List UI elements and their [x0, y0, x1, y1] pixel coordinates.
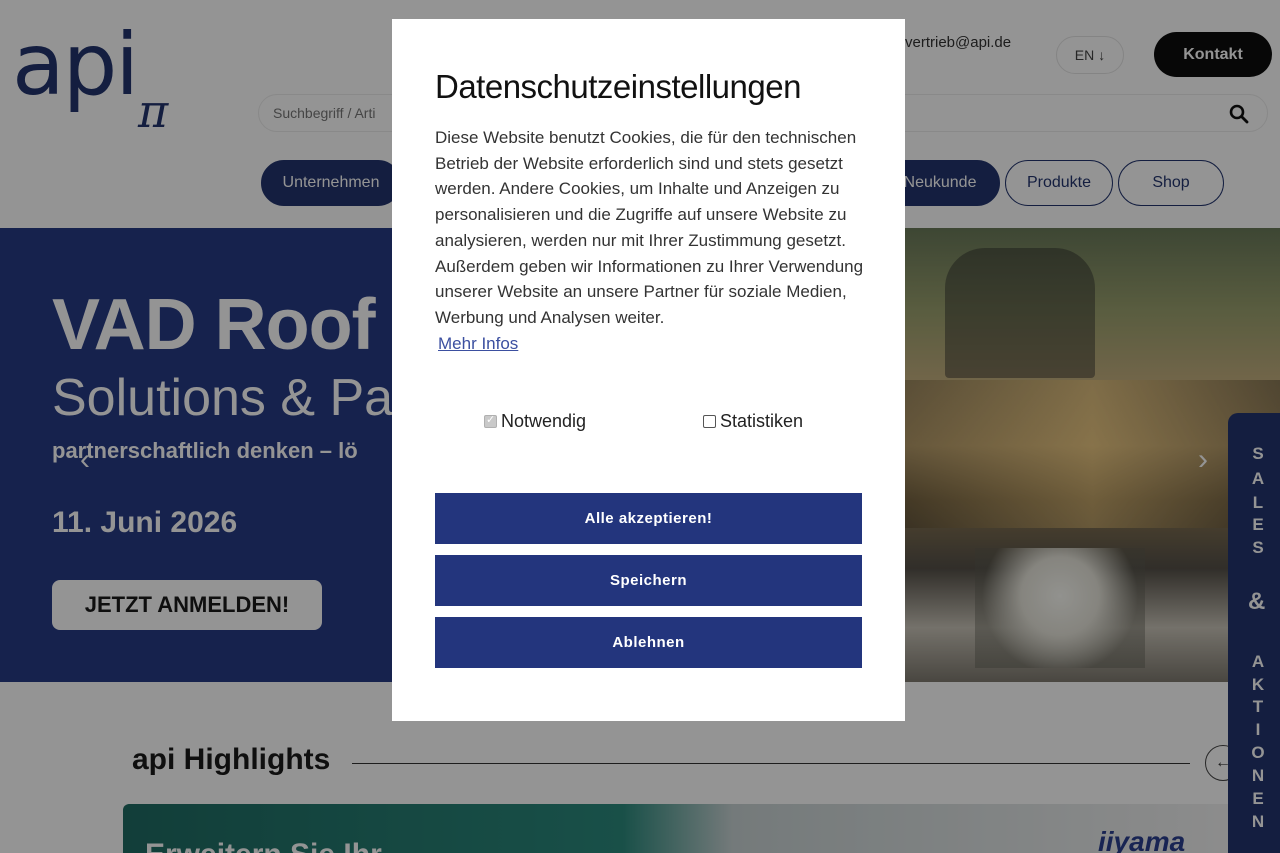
option-label: Statistiken [720, 411, 804, 431]
dialog-body-text: Diese Website benutzt Cookies, die für d… [435, 128, 864, 327]
accept-all-button[interactable]: Alle akzeptieren! [435, 493, 862, 544]
dialog-body: Diese Website benutzt Cookies, die für d… [435, 125, 869, 356]
checkbox-statistiken[interactable] [703, 415, 716, 428]
decline-button[interactable]: Ablehnen [435, 617, 862, 668]
checkbox-notwendig [484, 413, 497, 428]
option-statistiken[interactable]: Statistiken [703, 411, 803, 432]
dialog-title: Datenschutzeinstellungen [435, 68, 801, 105]
save-button[interactable]: Speichern [435, 555, 862, 606]
option-label: Notwendig [501, 411, 587, 431]
more-info-link[interactable]: Mehr Infos [438, 331, 518, 357]
privacy-settings-dialog: Datenschutzeinstellungen Diese Website b… [392, 19, 905, 721]
option-notwendig: Notwendig [484, 411, 586, 432]
